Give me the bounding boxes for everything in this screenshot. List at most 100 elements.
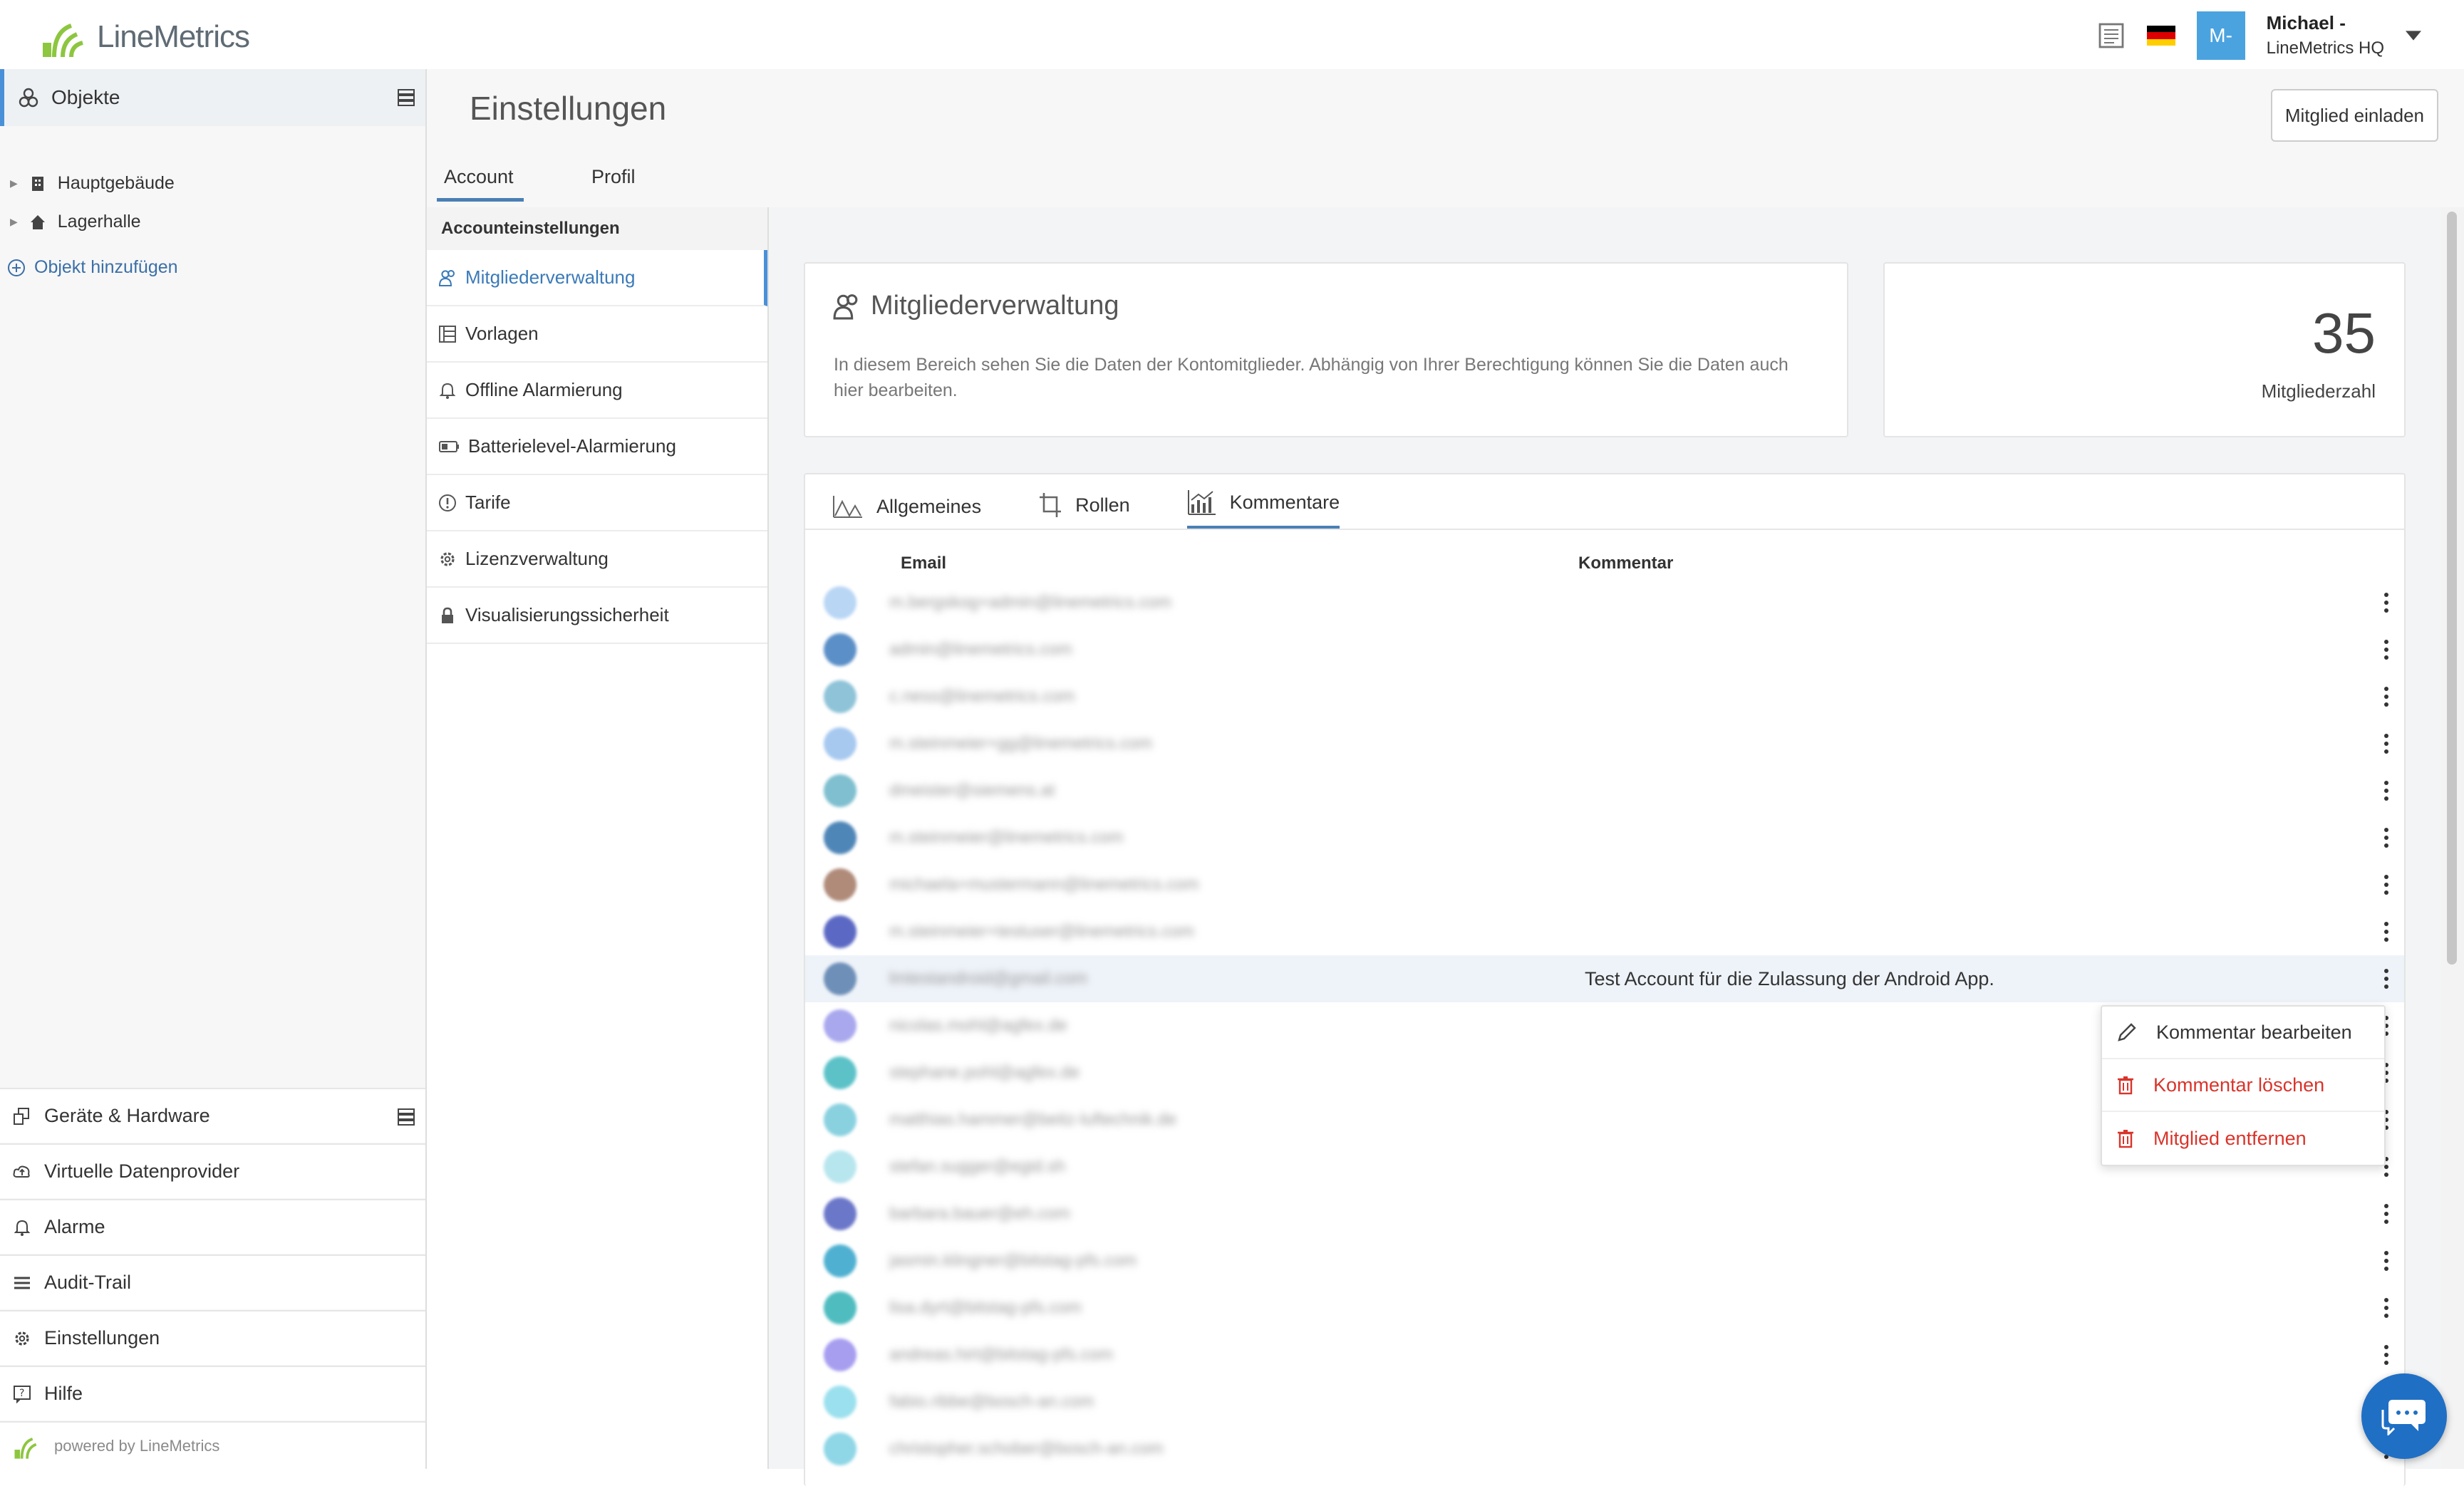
tab-allgemeines[interactable]: Allgemeines [832, 494, 981, 529]
nav-hilfe[interactable]: ? Hilfe [0, 1366, 425, 1420]
scrollbar-thumb[interactable] [2447, 212, 2457, 965]
caret-right-icon[interactable]: ▶ [10, 177, 18, 189]
settings-item-tarife[interactable]: Tarife [427, 475, 767, 531]
add-object-link[interactable]: Objekt hinzufügen [7, 257, 178, 278]
more-vertical-icon[interactable] [2383, 875, 2389, 895]
top-bar: LineMetrics M- Michael - LineMetrics HQ [0, 0, 2464, 71]
table-row[interactable]: c.ness@linemetrics.com [805, 673, 2404, 720]
list-toggle-icon[interactable] [397, 1108, 415, 1126]
nav-label: Hilfe [44, 1383, 83, 1404]
nav-audit-trail[interactable]: Audit-Trail [0, 1254, 425, 1309]
table-row[interactable]: admin@linemetrics.com [805, 626, 2404, 673]
chevron-down-icon[interactable] [2406, 31, 2421, 41]
crop-icon [1040, 493, 1062, 517]
settings-item-mitgliederverwaltung[interactable]: Mitgliederverwaltung [427, 250, 767, 306]
more-vertical-icon[interactable] [2383, 969, 2389, 989]
avatar [824, 774, 856, 807]
more-vertical-icon[interactable] [2383, 734, 2389, 754]
invite-member-button[interactable]: Mitglied einladen [2270, 89, 2438, 142]
tree-item-lagerhalle[interactable]: ▶ Lagerhalle [10, 212, 141, 232]
more-vertical-icon[interactable] [2383, 1204, 2389, 1224]
chart-area-icon [833, 496, 862, 518]
table-row[interactable]: michaela+mustermann@linemetrics.com [805, 861, 2404, 908]
avatar [824, 1150, 856, 1183]
avatar [824, 1103, 856, 1136]
objects-icon [19, 88, 38, 108]
table-row[interactable]: jasmin.klingner@bitstag-pfs.com [805, 1237, 2404, 1284]
news-icon[interactable] [2097, 21, 2126, 50]
row-email: admin@linemetrics.com [889, 640, 1072, 659]
row-email: m.bergskog+admin@linemetrics.com [889, 593, 1171, 612]
chat-button[interactable] [2361, 1373, 2447, 1459]
row-email: m.steinmeier+testuser@linemetrics.com [889, 922, 1194, 941]
table-row[interactable]: christopher.schober@bosch-an.com [805, 1425, 2404, 1472]
table-row[interactable]: m.steinmeier@linemetrics.com [805, 814, 2404, 861]
avatar [824, 1197, 856, 1230]
row-email: stefan.sugger@egid.sh [889, 1157, 1066, 1176]
avatar [824, 680, 856, 713]
more-vertical-icon[interactable] [2383, 640, 2389, 660]
nav-label: Geräte & Hardware [44, 1105, 210, 1126]
menu-remove-label: Mitglied entfernen [2153, 1127, 2307, 1149]
settings-nav: Accounteinstellungen Mitgliederverwaltun… [427, 207, 769, 1469]
user-info[interactable]: Michael - LineMetrics HQ [2267, 11, 2384, 61]
nav-geraete-hardware[interactable]: Geräte & Hardware [0, 1088, 425, 1143]
settings-item-label: Batterielevel-Alarmierung [468, 435, 676, 457]
more-vertical-icon[interactable] [2383, 1251, 2389, 1271]
row-email: c.ness@linemetrics.com [889, 687, 1075, 706]
col-header-email[interactable]: Email [901, 554, 946, 573]
user-avatar[interactable]: M- [2196, 11, 2245, 60]
avatar [824, 1339, 856, 1371]
more-vertical-icon[interactable] [2383, 1298, 2389, 1318]
settings-item-batterielevel[interactable]: Batterielevel-Alarmierung [427, 419, 767, 475]
nav-einstellungen[interactable]: Einstellungen [0, 1310, 425, 1365]
more-vertical-icon[interactable] [2383, 922, 2389, 942]
more-vertical-icon[interactable] [2383, 687, 2389, 707]
page-title: Einstellungen [470, 90, 667, 127]
table-row[interactable]: lisa.dyrt@bitstag-pfs.com [805, 1284, 2404, 1331]
more-vertical-icon[interactable] [2383, 781, 2389, 801]
table-row[interactable]: m.bergskog+admin@linemetrics.com [805, 579, 2404, 626]
caret-right-icon[interactable]: ▶ [10, 216, 18, 228]
sidebar-objects-header[interactable]: Objekte [0, 69, 425, 126]
table-row[interactable]: dmeister@siemens.at [805, 767, 2404, 814]
nav-label: Virtuelle Datenprovider [44, 1160, 240, 1182]
menu-delete-comment[interactable]: Kommentar löschen [2102, 1059, 2384, 1112]
main-content: Mitgliederverwaltung In diesem Bereich s… [769, 207, 2441, 1486]
tab-profil[interactable]: Profil [591, 166, 636, 198]
table-row[interactable]: m.steinmeier+gg@linemetrics.com [805, 720, 2404, 767]
template-icon [439, 325, 456, 343]
row-email: matthias.hammer@beitz-luftechnik.de [889, 1110, 1177, 1129]
col-header-kommentar[interactable]: Kommentar [1578, 554, 1673, 573]
table-row[interactable]: m.steinmeier+testuser@linemetrics.com [805, 908, 2404, 955]
nav-alarme[interactable]: Alarme [0, 1199, 425, 1254]
nav-virtuelle-datenprovider[interactable]: Virtuelle Datenprovider [0, 1143, 425, 1198]
members-card-title: Mitgliederverwaltung [832, 291, 1119, 321]
list-toggle-icon[interactable] [397, 88, 415, 107]
settings-item-lizenzverwaltung[interactable]: Lizenzverwaltung [427, 531, 767, 588]
more-vertical-icon[interactable] [2383, 828, 2389, 848]
table-row[interactable]: barbara.bauer@eh.com [805, 1190, 2404, 1237]
settings-item-label: Mitgliederverwaltung [465, 266, 636, 288]
linemetrics-logo[interactable]: LineMetrics [40, 16, 250, 58]
table-row[interactable]: lmtestandroid@gmail.com Test Account für … [805, 955, 2404, 1002]
more-vertical-icon[interactable] [2383, 1345, 2389, 1365]
table-row[interactable]: fabio.ribbe@bosch-an.com [805, 1378, 2404, 1425]
settings-item-vorlagen[interactable]: Vorlagen [427, 306, 767, 363]
tab-rollen[interactable]: Rollen [1038, 492, 1130, 529]
flag-de-icon[interactable] [2146, 26, 2175, 46]
settings-item-visualisierungssicherheit[interactable]: Visualisierungssicherheit [427, 588, 767, 644]
avatar [824, 1056, 856, 1089]
table-row[interactable]: andreas.hirt@bitstag-pfs.com [805, 1331, 2404, 1378]
tab-account[interactable]: Account [437, 166, 524, 202]
menu-edit-comment[interactable]: Kommentar bearbeiten [2102, 1007, 2384, 1059]
tree-item-hauptgebaeude[interactable]: ▶ Hauptgebäude [10, 173, 175, 194]
more-vertical-icon[interactable] [2383, 593, 2389, 613]
row-context-menu: Kommentar bearbeiten Kommentar löschen M… [2101, 1005, 2386, 1166]
menu-remove-member[interactable]: Mitglied entfernen [2102, 1112, 2384, 1165]
page-scrollbar[interactable] [2441, 207, 2464, 1469]
brand-name: LineMetrics [97, 19, 250, 54]
settings-item-offline-alarmierung[interactable]: Offline Alarmierung [427, 363, 767, 419]
tab-kommentare[interactable]: Kommentare [1186, 489, 1340, 529]
row-email: jasmin.klingner@bitstag-pfs.com [889, 1251, 1137, 1270]
